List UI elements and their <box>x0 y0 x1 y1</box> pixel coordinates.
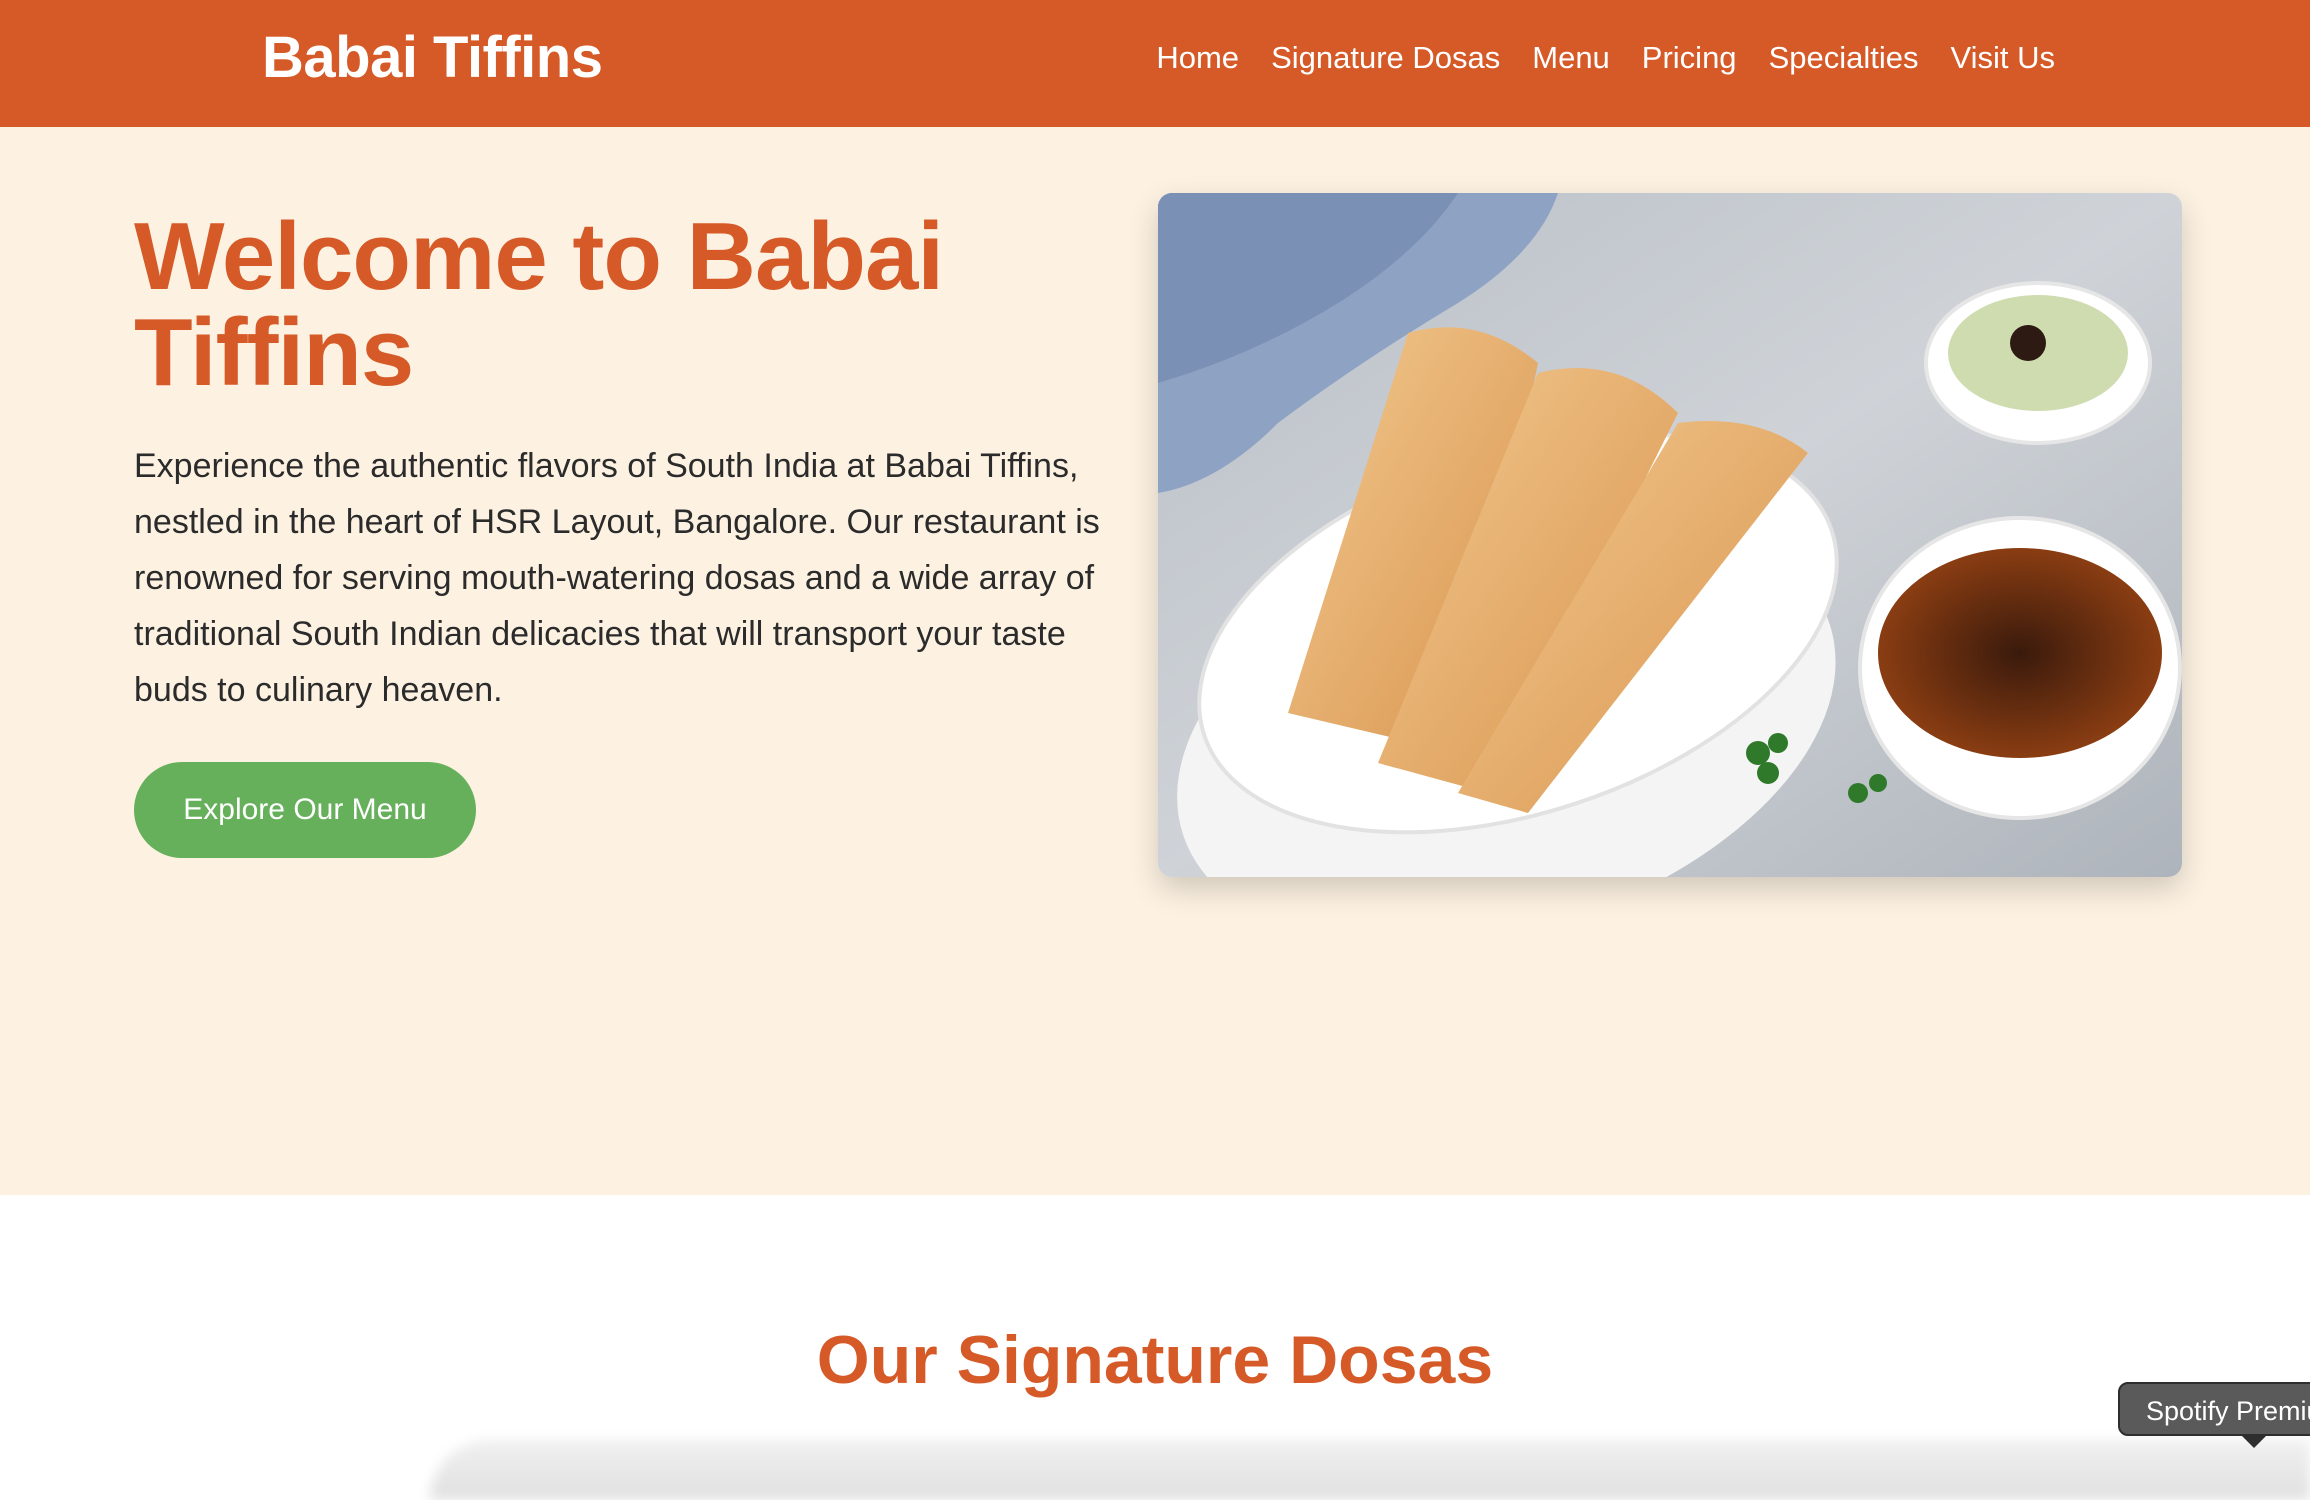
spotify-tooltip: Spotify Premium <box>2118 1382 2310 1436</box>
nav-item-specialties[interactable]: Specialties <box>1769 38 1919 78</box>
nav-item-signature-dosas[interactable]: Signature Dosas <box>1271 38 1500 78</box>
hero-title: Welcome to Babai Tiffins <box>134 203 944 406</box>
tooltip-arrow <box>2240 1434 2268 1448</box>
nav-links: Home Signature Dosas Menu Pricing Specia… <box>1156 38 2055 78</box>
nav-item-pricing[interactable]: Pricing <box>1642 38 1737 78</box>
hero-description: Experience the authentic flavors of Sout… <box>134 447 1100 709</box>
dosa-platter-image <box>1158 193 2182 877</box>
card-shadow <box>430 1440 2310 1500</box>
section-title-signature-dosas: Our Signature Dosas <box>816 1322 1494 1398</box>
nav-item-home[interactable]: Home <box>1156 38 1239 78</box>
navbar: Babai Tiffins Home Signature Dosas Menu … <box>0 0 2310 127</box>
explore-menu-button[interactable]: Explore Our Menu <box>134 762 476 858</box>
nav-item-menu[interactable]: Menu <box>1532 38 1610 78</box>
nav-item-visit-us[interactable]: Visit Us <box>1950 38 2055 78</box>
brand-logo[interactable]: Babai Tiffins <box>262 20 603 96</box>
